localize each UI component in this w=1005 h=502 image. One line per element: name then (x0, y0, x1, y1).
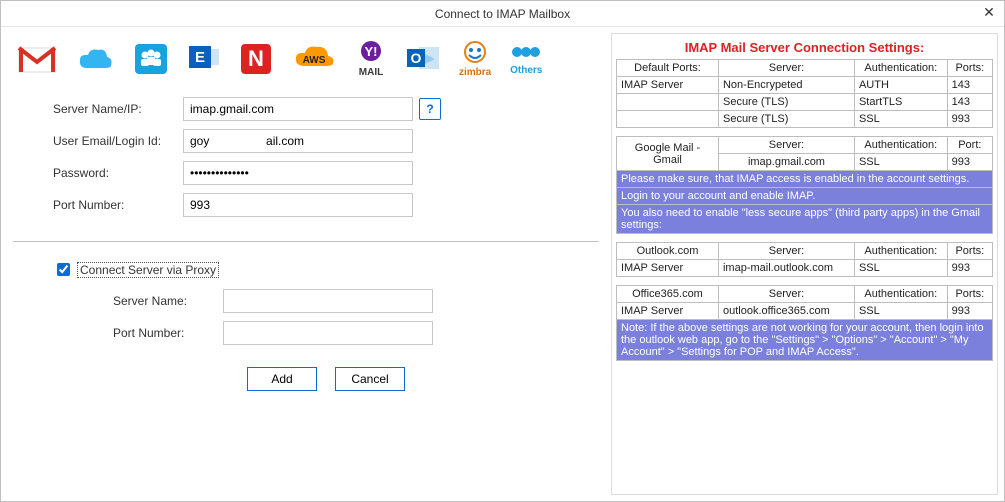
titlebar: Connect to IMAP Mailbox ✕ (1, 1, 1004, 27)
others-icon (509, 43, 543, 65)
table-row: IMAP Server Non-Encrypeted AUTH 143 (617, 77, 993, 94)
password-input[interactable] (183, 161, 413, 185)
provider-n[interactable]: N (239, 42, 273, 76)
sec1-head: Default Ports: (617, 60, 719, 77)
svg-text:Y!: Y! (365, 44, 378, 59)
row-proxy-port: Port Number: (73, 321, 599, 345)
settings-table-office365: Office365.com Server: Authentication: Po… (616, 285, 993, 361)
user-input[interactable] (183, 129, 413, 153)
yahoo-label: MAIL (359, 67, 383, 78)
zimbra-label: zimbra (459, 67, 491, 78)
row-user: User Email/Login Id: (13, 129, 599, 153)
sec1-col-auth: Authentication: (854, 60, 947, 77)
svg-text:N: N (248, 46, 264, 71)
provider-groupwise[interactable] (133, 42, 169, 76)
proxy-server-label: Server Name: (113, 294, 223, 308)
table-row: Secure (TLS) SSL 993 (617, 111, 993, 128)
add-button[interactable]: Add (247, 367, 317, 391)
note: Please make sure, that IMAP access is en… (617, 171, 993, 188)
note: You also need to enable "less secure app… (617, 205, 993, 234)
button-row: Add Cancel (13, 367, 599, 391)
sec3-head: Outlook.com (617, 243, 719, 260)
others-label: Others (510, 65, 542, 76)
help-button[interactable]: ? (419, 98, 441, 120)
note: Note: If the above settings are not work… (617, 320, 993, 361)
sec2-col-server: Server: (718, 137, 854, 154)
sec3-col-server: Server: (718, 243, 854, 260)
sec4-head: Office365.com (617, 286, 719, 303)
close-icon[interactable]: ✕ (980, 3, 998, 21)
provider-yahoo[interactable]: Y! MAIL (355, 41, 387, 78)
sec4-col-server: Server: (718, 286, 854, 303)
yahoo-icon: Y! (355, 41, 387, 67)
table-row: Secure (TLS) StartTLS 143 (617, 94, 993, 111)
port-input[interactable] (183, 193, 413, 217)
gmail-icon (17, 44, 57, 74)
sec1-col-ports: Ports: (947, 60, 992, 77)
zimbra-icon (459, 41, 491, 67)
proxy-form: Server Name: Port Number: (13, 289, 599, 345)
sec3-col-ports: Ports: (947, 243, 992, 260)
row-proxy-server: Server Name: (73, 289, 599, 313)
cancel-button[interactable]: Cancel (335, 367, 405, 391)
svg-text:O: O (411, 50, 422, 66)
right-panel: IMAP Mail Server Connection Settings: De… (611, 27, 1004, 501)
provider-outlook[interactable]: O (405, 43, 441, 75)
sec4-col-ports: Ports: (947, 286, 992, 303)
proxy-port-input[interactable] (223, 321, 433, 345)
settings-table-outlook: Outlook.com Server: Authentication: Port… (616, 242, 993, 277)
row-password: Password: (13, 161, 599, 185)
n-icon: N (239, 42, 273, 76)
port-label: Port Number: (53, 198, 183, 212)
password-label: Password: (53, 166, 183, 180)
dialog-body: E N AWS (1, 27, 1004, 501)
server-input[interactable] (183, 97, 413, 121)
info-panel[interactable]: IMAP Mail Server Connection Settings: De… (611, 33, 998, 495)
settings-table-default: Default Ports: Server: Authentication: P… (616, 59, 993, 128)
provider-gmail[interactable] (17, 44, 57, 74)
dialog-window: Connect to IMAP Mailbox ✕ (0, 0, 1005, 502)
window-title: Connect to IMAP Mailbox (435, 7, 570, 21)
sec2-col-ports: Port: (947, 137, 992, 154)
sec2-col-auth: Authentication: (854, 137, 947, 154)
row-server: Server Name/IP: ? (13, 97, 599, 121)
note: Login to your account and enable IMAP. (617, 188, 993, 205)
settings-table-gmail: Google Mail - Gmail Server: Authenticati… (616, 136, 993, 234)
cloud-icon (75, 44, 115, 74)
exchange-icon: E (187, 42, 221, 76)
sec2-head: Google Mail - Gmail (617, 137, 719, 171)
provider-zimbra[interactable]: zimbra (459, 41, 491, 78)
divider (13, 241, 599, 242)
provider-exchange[interactable]: E (187, 42, 221, 76)
sec1-col-server: Server: (718, 60, 854, 77)
sec3-col-auth: Authentication: (854, 243, 947, 260)
proxy-server-input[interactable] (223, 289, 433, 313)
row-port: Port Number: (13, 193, 599, 217)
info-heading: IMAP Mail Server Connection Settings: (616, 40, 993, 55)
user-label: User Email/Login Id: (53, 134, 183, 148)
left-panel: E N AWS (1, 27, 611, 501)
table-row: IMAP Server imap-mail.outlook.com SSL 99… (617, 260, 993, 277)
svg-text:E: E (195, 49, 205, 66)
provider-aws[interactable]: AWS (291, 42, 337, 76)
provider-others[interactable]: Others (509, 43, 543, 76)
table-row: IMAP Server outlook.office365.com SSL 99… (617, 303, 993, 320)
provider-row: E N AWS (13, 33, 599, 85)
provider-icloud[interactable] (75, 44, 115, 74)
proxy-port-label: Port Number: (113, 326, 223, 340)
sec4-col-auth: Authentication: (854, 286, 947, 303)
proxy-checkbox-row: Connect Server via Proxy (53, 260, 599, 279)
people-icon (133, 42, 169, 76)
proxy-checkbox[interactable] (57, 263, 70, 276)
server-label: Server Name/IP: (53, 102, 183, 116)
proxy-checkbox-label: Connect Server via Proxy (77, 262, 219, 278)
outlook-icon: O (405, 43, 441, 75)
aws-icon: AWS (291, 42, 337, 76)
svg-text:AWS: AWS (303, 55, 326, 66)
